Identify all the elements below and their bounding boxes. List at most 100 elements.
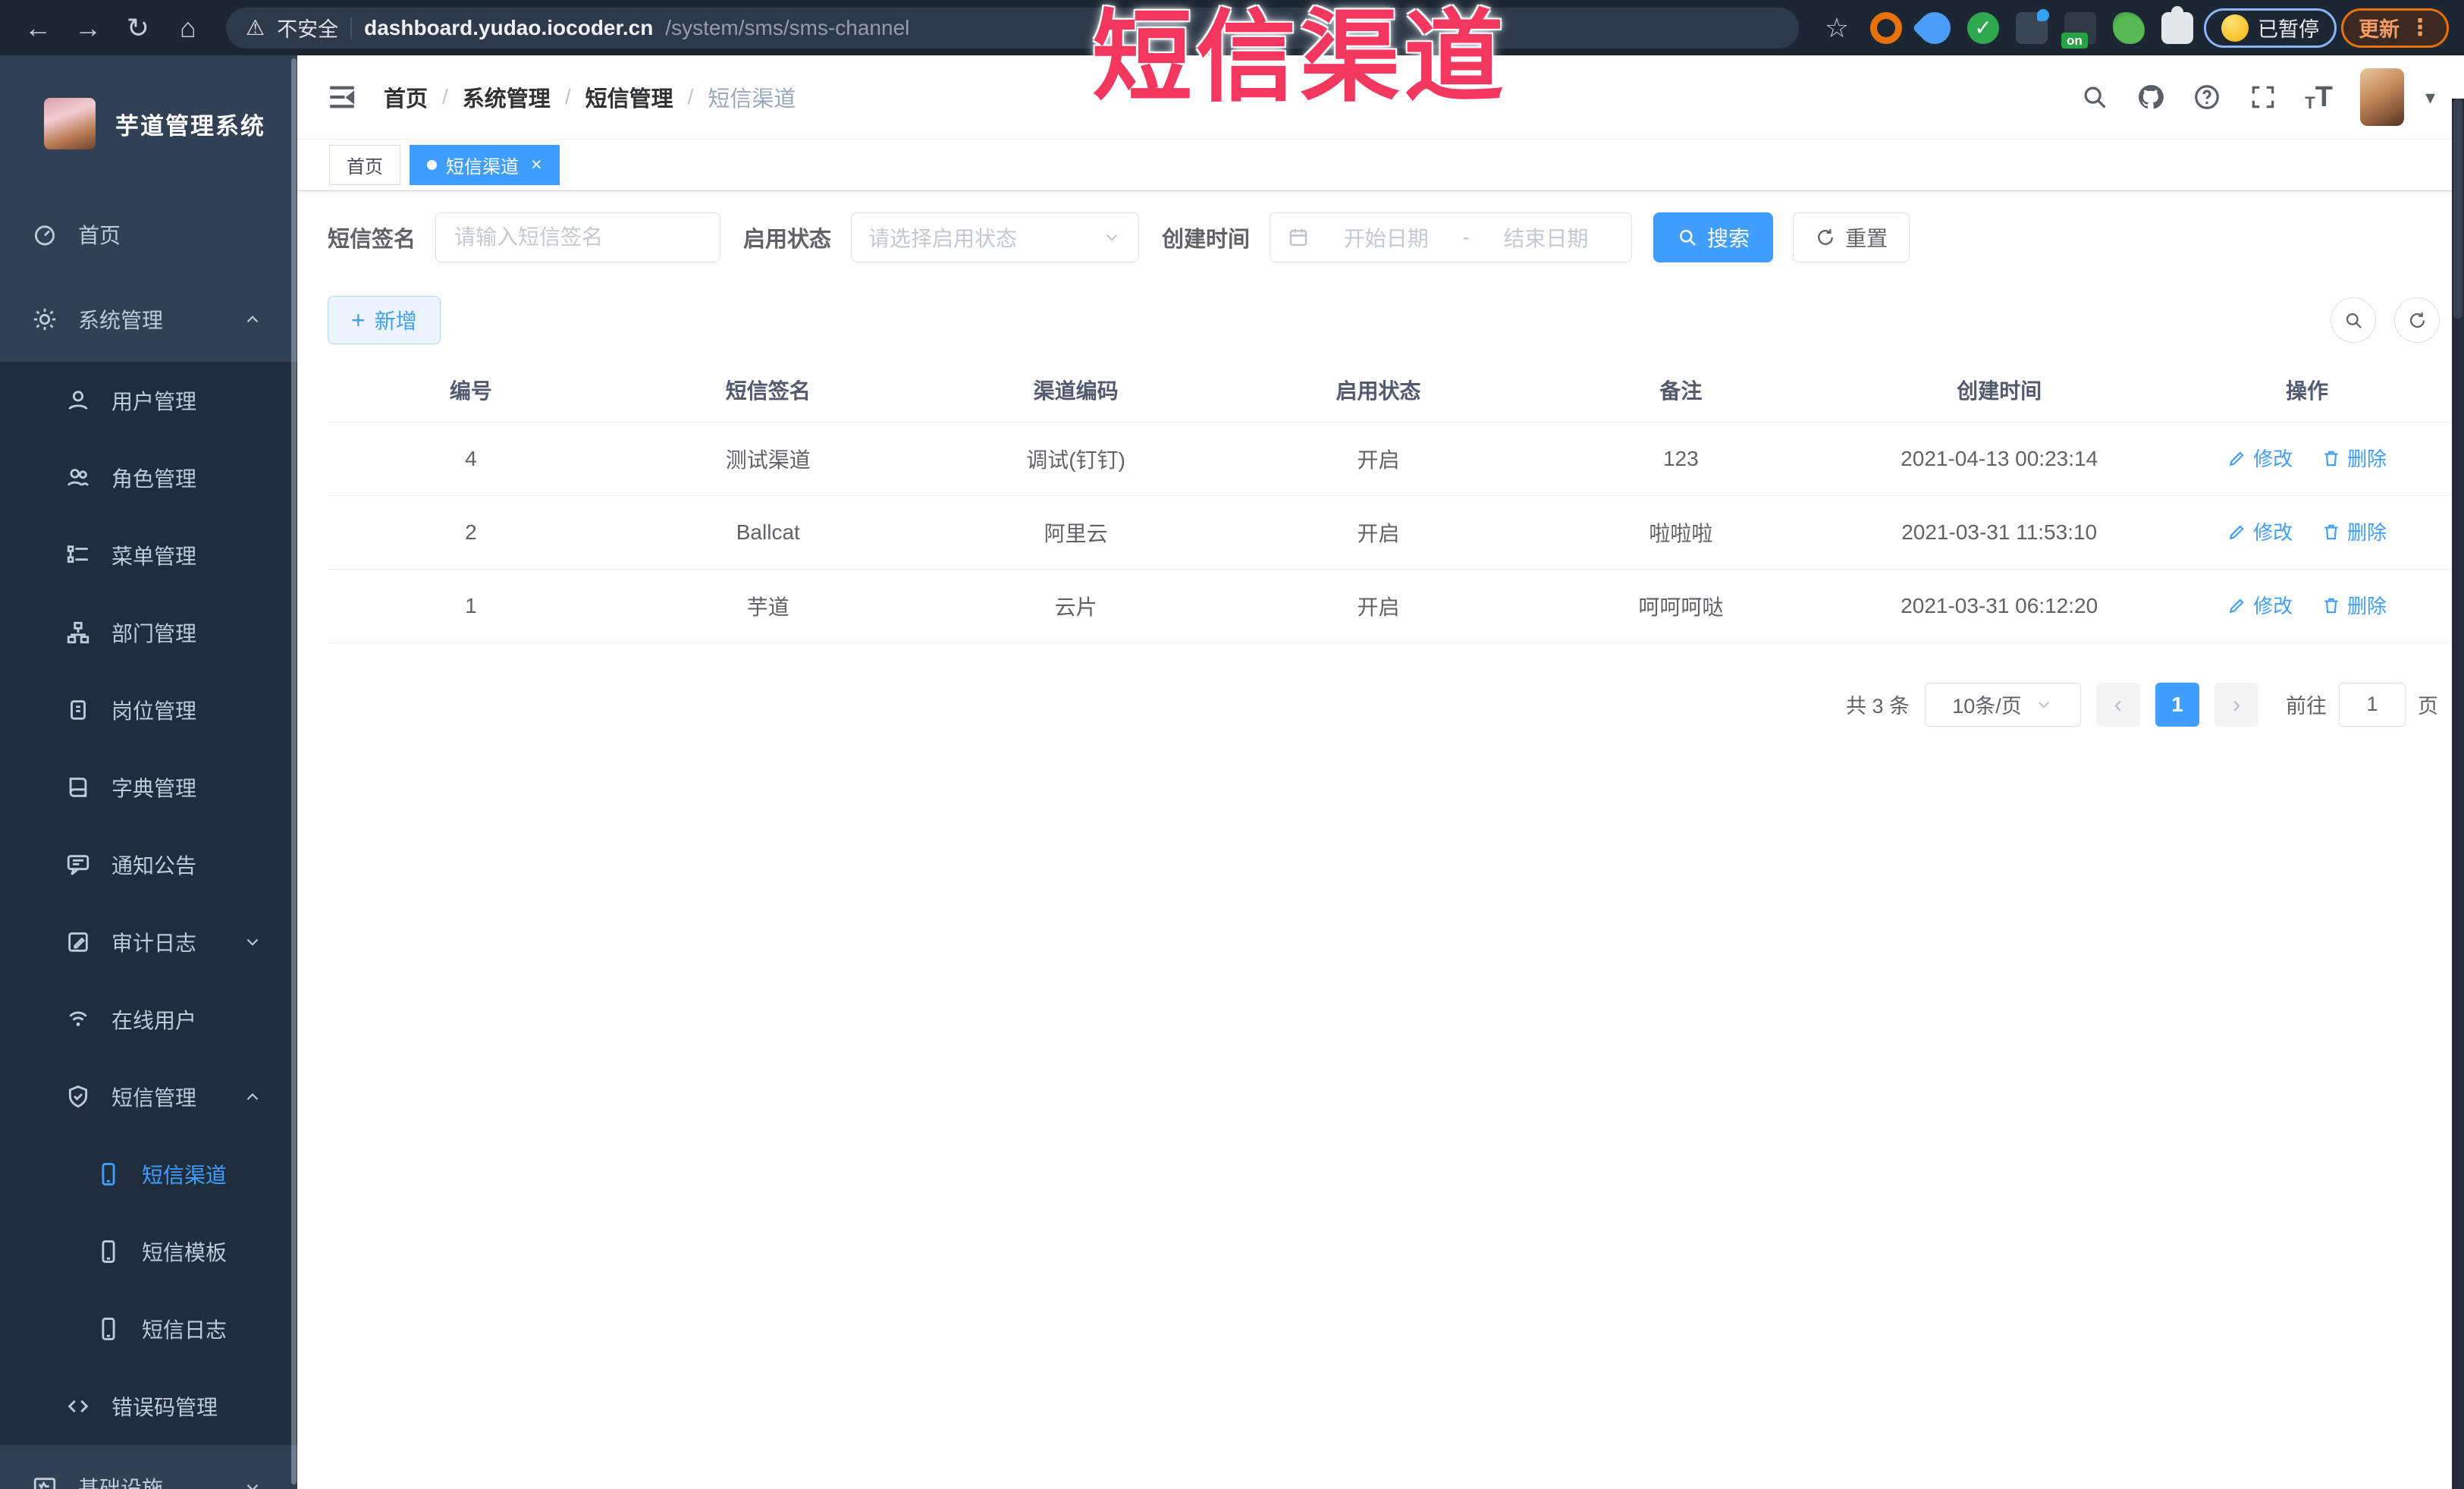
phone-icon [102, 1240, 115, 1263]
page-1-button[interactable]: 1 [2155, 682, 2199, 727]
breadcrumb-sms[interactable]: 短信管理 [585, 81, 673, 113]
date-end-placeholder[interactable]: 结束日期 [1477, 222, 1615, 253]
delete-link[interactable]: 删除 [2321, 591, 2387, 619]
extension-dark-drop-icon[interactable] [2016, 8, 2049, 44]
bookmark-star-icon[interactable]: ☆ [1814, 6, 1860, 50]
users-icon [67, 469, 89, 486]
sidebar-scrollbar[interactable] [291, 58, 297, 1484]
refresh-table-button[interactable] [2394, 297, 2440, 343]
help-icon[interactable] [2192, 83, 2221, 112]
browser-menu-icon[interactable]: ⋮ [2409, 14, 2431, 41]
chevron-down-icon [1102, 228, 1122, 247]
status-label: 启用状态 [743, 228, 832, 252]
sidebar-item-error-codes[interactable]: 错误码管理 [0, 1368, 297, 1445]
tab-sms-channel[interactable]: 短信渠道 × [410, 145, 560, 185]
breadcrumb-home[interactable]: 首页 [384, 81, 428, 113]
sidebar-item-posts[interactable]: 岗位管理 [0, 671, 297, 749]
breadcrumb-current: 短信渠道 [708, 87, 796, 112]
breadcrumb-separator: / [442, 85, 448, 108]
dashboard-icon [34, 225, 55, 246]
url-host: dashboard.yudao.iocoder.cn [364, 15, 654, 39]
tree-table-icon [67, 545, 88, 563]
edit-log-icon [68, 932, 88, 952]
sidebar-item-audit-log[interactable]: 审计日志 [0, 903, 297, 981]
sidebar-item-sms-log[interactable]: 短信日志 [0, 1290, 297, 1368]
next-page-button[interactable]: › [2214, 682, 2258, 727]
gear-icon [33, 308, 56, 331]
page-unit-label: 页 [2418, 695, 2438, 718]
extensions-puzzle-icon[interactable] [2161, 5, 2193, 44]
home-icon[interactable]: ⌂ [165, 6, 211, 50]
toggle-search-button[interactable] [2331, 297, 2376, 343]
edit-link[interactable]: 修改 [2227, 444, 2293, 472]
sidebar-item-menus[interactable]: 菜单管理 [0, 517, 297, 594]
search-icon[interactable] [2080, 83, 2109, 112]
sidebar-item-home[interactable]: 首页 [0, 192, 297, 277]
status-select[interactable]: 请选择启用状态 [851, 212, 1140, 262]
sidebar-item-roles[interactable]: 角色管理 [0, 439, 297, 517]
extension-blue-drop-icon[interactable] [1912, 5, 1957, 51]
hamburger-icon[interactable] [326, 81, 358, 113]
dictionary-icon [69, 777, 87, 797]
back-icon[interactable]: ← [15, 6, 61, 50]
edit-link[interactable]: 修改 [2227, 591, 2293, 619]
sidebar-item-users[interactable]: 用户管理 [0, 362, 297, 439]
app-logo-row[interactable]: 芋道管理系统 [0, 55, 297, 192]
sidebar: 芋道管理系统 首页 系统管理 用户管理 角色管理 菜单管理 部门管理 岗位管理 [0, 55, 297, 1489]
sidebar-item-infrastructure[interactable]: 基础设施 [0, 1445, 297, 1489]
scrollbar-thumb[interactable] [2453, 99, 2462, 319]
fullscreen-icon[interactable] [2249, 83, 2277, 112]
address-bar[interactable]: ⚠ 不安全 dashboard.yudao.iocoder.cn/system/… [226, 7, 1799, 49]
github-icon[interactable] [2136, 83, 2165, 112]
extension-orange-ring-icon[interactable] [1870, 11, 1902, 44]
not-secure-warning-icon: ⚠ [246, 16, 265, 39]
plus-icon: + [351, 306, 366, 334]
user-icon [68, 391, 88, 410]
org-tree-icon [67, 621, 89, 644]
sidebar-item-sms[interactable]: 短信管理 [0, 1058, 297, 1136]
extension-on-badge-icon[interactable]: on [2061, 11, 2096, 49]
sign-input[interactable] [435, 212, 721, 262]
date-start-placeholder[interactable]: 开始日期 [1317, 222, 1455, 253]
sidebar-item-notice[interactable]: 通知公告 [0, 826, 297, 903]
paused-extension-badge[interactable]: 已暂停 [2204, 8, 2337, 48]
page-size-select[interactable]: 10条/页 [1925, 682, 2081, 727]
avatar[interactable] [2359, 68, 2404, 126]
add-button[interactable]: + 新增 [328, 296, 441, 344]
close-icon[interactable]: × [531, 154, 542, 176]
sidebar-item-online-users[interactable]: 在线用户 [0, 981, 297, 1058]
reload-icon[interactable]: ↻ [115, 6, 161, 50]
search-button[interactable]: 搜索 [1653, 212, 1774, 262]
breadcrumb-system[interactable]: 系统管理 [463, 81, 551, 113]
sign-label: 短信签名 [328, 228, 416, 252]
chevron-up-icon [243, 1087, 262, 1107]
delete-link[interactable]: 删除 [2321, 444, 2387, 472]
pagination: 共 3 条 10条/页 ‹ 1 › 前往 页 [328, 682, 2450, 727]
caret-down-icon[interactable]: ▾ [2425, 86, 2435, 109]
sidebar-item-sms-channel[interactable]: 短信渠道 [0, 1136, 297, 1213]
delete-link[interactable]: 删除 [2321, 517, 2387, 545]
goto-page-input[interactable] [2339, 682, 2406, 727]
sidebar-item-sms-template[interactable]: 短信模板 [0, 1213, 297, 1290]
table-row: 2 Ballcat 阿里云 开启 啦啦啦 2021-03-31 11:53:10… [328, 495, 2450, 570]
prev-page-button[interactable]: ‹ [2096, 682, 2140, 727]
reset-button[interactable]: 重置 [1793, 212, 1910, 262]
extension-green-check-icon[interactable]: ✓ [1967, 11, 1999, 44]
col-actions: 操作 [2164, 358, 2450, 423]
not-secure-label[interactable]: 不安全 [277, 13, 338, 42]
table-row: 1 芋道 云片 开启 呵呵呵哒 2021-03-31 06:12:20 修改 删… [328, 569, 2450, 643]
forward-icon[interactable]: → [65, 6, 111, 50]
sidebar-item-dict[interactable]: 字典管理 [0, 749, 297, 826]
sidebar-item-system[interactable]: 系统管理 [0, 277, 297, 362]
extension-plant-icon[interactable] [2113, 11, 2145, 44]
sidebar-item-departments[interactable]: 部门管理 [0, 594, 297, 671]
edit-link[interactable]: 修改 [2227, 517, 2293, 545]
on-badge-label: on [2061, 32, 2088, 49]
tab-home[interactable]: 首页 [329, 145, 400, 185]
filter-form: 短信签名 启用状态 请选择启用状态 创建时间 开始日期 - 结束日期 搜索 重置 [328, 212, 2450, 262]
page-scrollbar[interactable] [2452, 99, 2464, 1489]
browser-update-button[interactable]: 更新 ⋮ [2341, 8, 2449, 48]
font-size-icon[interactable]: TT [2305, 83, 2333, 112]
date-range-picker[interactable]: 开始日期 - 结束日期 [1270, 212, 1633, 262]
post-badge-icon [71, 700, 86, 720]
